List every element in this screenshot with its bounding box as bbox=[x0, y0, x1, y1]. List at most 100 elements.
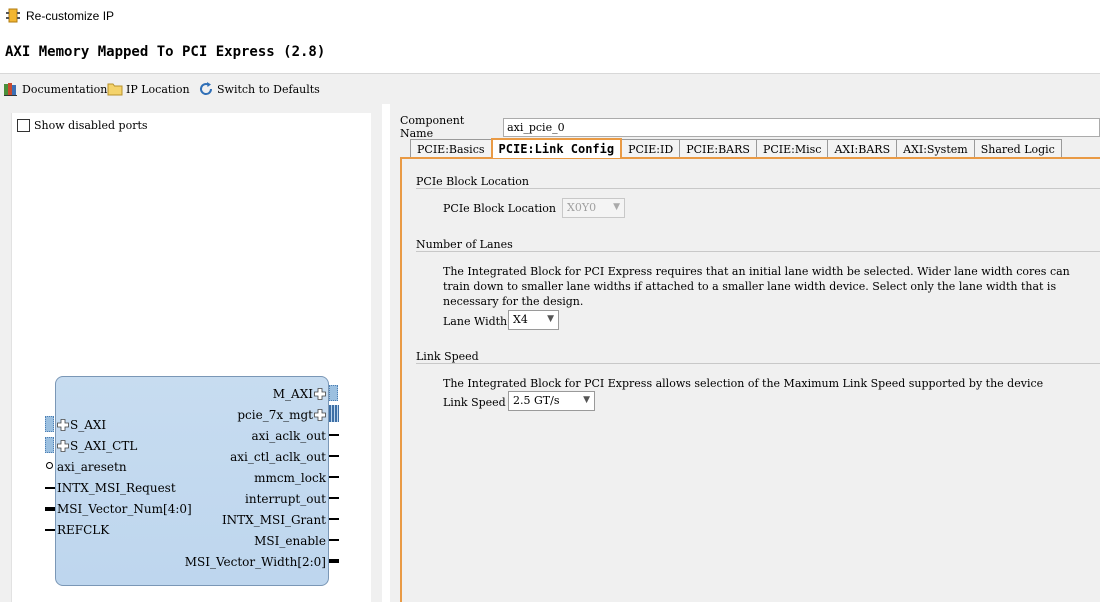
port-m-axi-label: M_AXI bbox=[272, 387, 313, 401]
symbol-panel: Show disabled ports S_AXI S_AXI_CTL axi_… bbox=[0, 104, 382, 602]
link-config-content: PCIe Block Location PCIe Block Location … bbox=[400, 157, 1100, 602]
msi-vector-num-pin[interactable] bbox=[45, 507, 55, 511]
lanes-description: The Integrated Block for PCI Express req… bbox=[443, 265, 1070, 308]
show-disabled-ports-label: Show disabled ports bbox=[34, 119, 148, 132]
block-location-select[interactable]: X0Y0 ▼ bbox=[562, 198, 625, 218]
link-speed-value: 2.5 GT/s bbox=[513, 394, 560, 407]
port-refclk-label: REFCLK bbox=[57, 523, 110, 537]
port-axi-ctl-aclk-out-label: axi_ctl_aclk_out bbox=[230, 450, 326, 464]
show-disabled-ports-row[interactable]: Show disabled ports bbox=[17, 119, 148, 132]
ip-header: AXI Memory Mapped To PCI Express (2.8) bbox=[0, 32, 1100, 74]
m-axi-interface-marker[interactable] bbox=[329, 385, 338, 401]
intx-msi-request-pin[interactable] bbox=[45, 487, 55, 489]
lane-width-label: Lane Width bbox=[443, 315, 508, 328]
port-msi-vector-num: MSI_Vector_Num[4:0] bbox=[57, 502, 192, 516]
symbol-canvas: Show disabled ports S_AXI S_AXI_CTL axi_… bbox=[11, 113, 371, 602]
pcie-7x-mgt-interface-marker[interactable] bbox=[329, 405, 339, 422]
tab-pcie-link-config[interactable]: PCIE:Link Config bbox=[490, 138, 623, 158]
tab-axi-bars[interactable]: AXI:BARS bbox=[827, 139, 898, 158]
port-axi-aclk-out: axi_aclk_out bbox=[251, 429, 326, 443]
lane-width-value: X4 bbox=[513, 313, 528, 326]
port-s-axi-ctl-label: S_AXI_CTL bbox=[70, 439, 138, 453]
port-mmcm-lock-label: mmcm_lock bbox=[254, 471, 326, 485]
port-mmcm-lock: mmcm_lock bbox=[254, 471, 326, 485]
plus-icon[interactable] bbox=[57, 440, 69, 452]
port-msi-vector-width-label: MSI_Vector_Width[2:0] bbox=[184, 555, 326, 569]
section-lanes-title: Number of Lanes bbox=[416, 238, 513, 251]
component-name-label: Component Name bbox=[400, 114, 465, 140]
msi-enable-pin[interactable] bbox=[329, 539, 339, 541]
lane-width-select[interactable]: X4 ▼ bbox=[508, 310, 559, 330]
port-refclk: REFCLK bbox=[57, 523, 109, 537]
link-speed-label: Link Speed bbox=[443, 396, 506, 409]
link-speed-select[interactable]: 2.5 GT/s ▼ bbox=[508, 391, 595, 411]
intx-msi-grant-pin[interactable] bbox=[329, 518, 339, 520]
port-s-axi[interactable]: S_AXI bbox=[56, 418, 106, 432]
folder-icon bbox=[107, 83, 123, 96]
port-msi-enable: MSI_enable bbox=[254, 534, 326, 548]
port-s-axi-ctl[interactable]: S_AXI_CTL bbox=[56, 439, 137, 453]
ip-location-label: IP Location bbox=[126, 82, 190, 96]
config-panel: Component Name PCIE:Basics PCIE:Link Con… bbox=[390, 104, 1100, 602]
axi-ctl-aclk-out-pin[interactable] bbox=[329, 455, 339, 457]
tab-pcie-id[interactable]: PCIE:ID bbox=[621, 139, 681, 158]
tab-bar: PCIE:Basics PCIE:Link Config PCIE:ID PCI… bbox=[410, 138, 1062, 158]
chevron-down-icon: ▼ bbox=[547, 314, 554, 324]
chevron-down-icon: ▼ bbox=[583, 395, 590, 405]
port-m-axi[interactable]: M_AXI bbox=[273, 387, 327, 401]
ip-symbol-block: S_AXI S_AXI_CTL axi_aresetn INTX_MSI_Req… bbox=[55, 376, 329, 586]
port-pcie-7x-mgt[interactable]: pcie_7x_mgt bbox=[237, 408, 327, 422]
plus-icon[interactable] bbox=[57, 419, 69, 431]
link-speed-description: The Integrated Block for PCI Express all… bbox=[443, 377, 1044, 390]
interrupt-out-pin[interactable] bbox=[329, 497, 339, 499]
section-block-location-title: PCIe Block Location bbox=[416, 175, 530, 188]
s-axi-interface-marker[interactable] bbox=[45, 416, 54, 432]
refresh-icon bbox=[200, 82, 213, 95]
switch-defaults-label: Switch to Defaults bbox=[217, 82, 320, 96]
port-interrupt-out-label: interrupt_out bbox=[245, 492, 326, 506]
axi-aclk-out-pin[interactable] bbox=[329, 434, 339, 436]
documentation-button[interactable]: Documentation bbox=[3, 80, 107, 98]
switch-defaults-button[interactable]: Switch to Defaults bbox=[198, 80, 320, 98]
documentation-label: Documentation bbox=[22, 82, 108, 96]
toolbar: Documentation IP Location Switch to Defa… bbox=[0, 74, 1100, 104]
port-pcie-7x-mgt-label: pcie_7x_mgt bbox=[237, 408, 313, 422]
port-msi-vector-width: MSI_Vector_Width[2:0] bbox=[185, 555, 326, 569]
component-name-input[interactable] bbox=[503, 117, 1100, 137]
section-divider bbox=[416, 363, 1100, 364]
tab-pcie-basics[interactable]: PCIE:Basics bbox=[410, 139, 492, 158]
section-divider bbox=[416, 188, 1100, 189]
component-name-row: Component Name bbox=[400, 114, 1100, 140]
tab-axi-system[interactable]: AXI:System bbox=[896, 139, 975, 158]
port-intx-msi-grant: INTX_MSI_Grant bbox=[222, 513, 326, 527]
ip-location-button[interactable]: IP Location bbox=[107, 80, 190, 98]
port-msi-vector-num-label: MSI_Vector_Num[4:0] bbox=[57, 502, 192, 516]
plus-icon[interactable] bbox=[314, 409, 326, 421]
refclk-pin[interactable] bbox=[45, 529, 55, 531]
tab-pcie-bars[interactable]: PCIE:BARS bbox=[679, 139, 757, 158]
window-titlebar: Re-customize IP bbox=[0, 0, 1100, 32]
port-axi-ctl-aclk-out: axi_ctl_aclk_out bbox=[230, 450, 326, 464]
port-axi-aclk-out-label: axi_aclk_out bbox=[251, 429, 326, 443]
plus-icon[interactable] bbox=[314, 388, 326, 400]
documentation-icon bbox=[4, 83, 17, 96]
tab-shared-logic[interactable]: Shared Logic bbox=[973, 139, 1062, 158]
mmcm-lock-pin[interactable] bbox=[329, 476, 339, 478]
section-link-speed-title: Link Speed bbox=[416, 350, 479, 363]
port-msi-enable-label: MSI_enable bbox=[254, 534, 326, 548]
port-axi-aresetn: axi_aresetn bbox=[57, 460, 127, 474]
port-axi-aresetn-label: axi_aresetn bbox=[57, 460, 127, 474]
vivado-ip-icon bbox=[6, 8, 20, 23]
section-divider bbox=[416, 251, 1100, 252]
msi-vector-width-pin[interactable] bbox=[329, 559, 339, 563]
chevron-down-icon: ▼ bbox=[613, 202, 620, 212]
s-axi-ctl-interface-marker[interactable] bbox=[45, 437, 54, 453]
port-interrupt-out: interrupt_out bbox=[245, 492, 326, 506]
block-location-label: PCIe Block Location bbox=[443, 202, 557, 215]
show-disabled-ports-checkbox[interactable] bbox=[17, 119, 30, 132]
block-location-value: X0Y0 bbox=[567, 201, 597, 214]
port-s-axi-label: S_AXI bbox=[70, 418, 107, 432]
axi-aresetn-pin[interactable] bbox=[46, 462, 53, 469]
tab-pcie-misc[interactable]: PCIE:Misc bbox=[755, 139, 829, 158]
port-intx-msi-grant-label: INTX_MSI_Grant bbox=[221, 513, 326, 527]
